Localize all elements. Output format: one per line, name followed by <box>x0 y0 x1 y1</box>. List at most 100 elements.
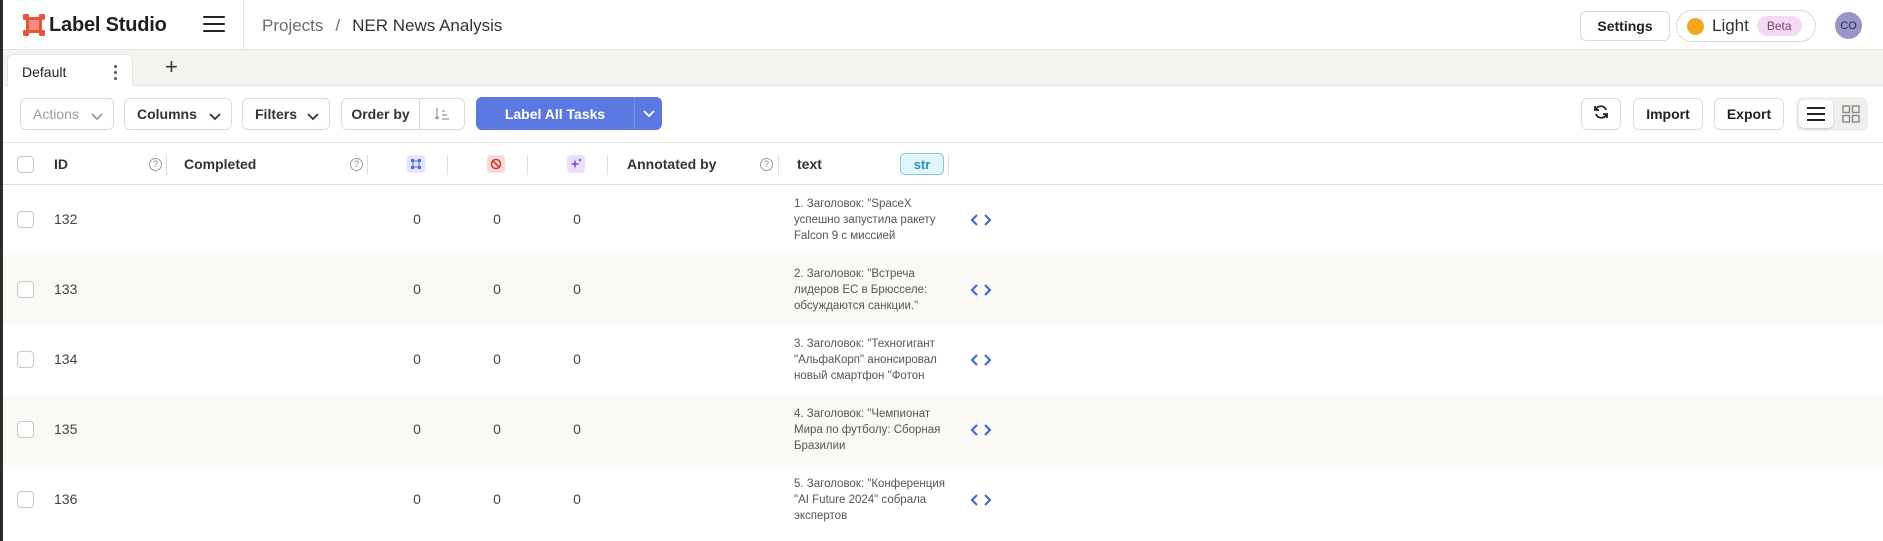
column-header-annotated-by[interactable]: Annotated by <box>627 143 716 185</box>
view-tabs: Default + <box>3 50 1883 87</box>
columns-button[interactable]: Columns <box>124 98 232 130</box>
order-by-button[interactable]: Order by <box>341 98 465 130</box>
sun-icon <box>1687 17 1704 35</box>
text-cell: 1. Заголовок: "SpaceX успешно запустила … <box>794 198 936 242</box>
row-id: 132 <box>54 211 78 227</box>
row-id: 136 <box>54 491 78 507</box>
help-icon[interactable]: ? <box>350 143 363 185</box>
column-divider <box>367 155 368 175</box>
row-checkbox[interactable] <box>17 351 34 368</box>
column-label-completed: Completed <box>184 156 257 172</box>
filters-button[interactable]: Filters <box>242 98 330 130</box>
column-divider <box>447 155 448 175</box>
chevron-down-icon[interactable] <box>635 109 662 119</box>
annotations-icon <box>407 155 425 173</box>
chevron-down-icon <box>91 109 103 125</box>
tab-default[interactable]: Default <box>7 54 133 87</box>
actions-label: Actions <box>33 106 79 122</box>
breadcrumb-project-name[interactable]: NER News Analysis <box>352 16 502 36</box>
column-label-annotated-by: Annotated by <box>627 156 717 172</box>
breadcrumb-projects[interactable]: Projects <box>262 16 323 36</box>
add-tab-icon[interactable]: + <box>165 56 178 78</box>
row-checkbox[interactable] <box>17 491 34 508</box>
predictions-count: 0 <box>573 281 581 297</box>
column-divider <box>607 155 608 175</box>
refresh-icon <box>1593 104 1609 125</box>
column-header-completed[interactable]: Completed <box>184 143 256 185</box>
breadcrumb: Projects / NER News Analysis <box>262 16 502 36</box>
more-options-icon[interactable] <box>114 65 118 83</box>
columns-label: Columns <box>137 106 197 122</box>
refresh-button[interactable] <box>1581 98 1621 130</box>
export-button[interactable]: Export <box>1714 98 1784 130</box>
row-checkbox[interactable] <box>17 211 34 228</box>
list-view-icon[interactable] <box>1799 100 1833 128</box>
column-divider <box>778 155 779 175</box>
text-cell: 2. Заголовок: "Встреча лидеров ЕС в Брюс… <box>794 268 928 312</box>
code-view-icon[interactable] <box>970 353 996 369</box>
column-divider <box>527 155 528 175</box>
row-id: 135 <box>54 421 78 437</box>
app-logo[interactable]: Label Studio <box>23 13 167 37</box>
row-id: 134 <box>54 351 78 367</box>
predictions-count: 0 <box>573 211 581 227</box>
app-window: Label Studio Projects / NER News Analysi… <box>3 0 1883 541</box>
column-header-text[interactable]: text <box>797 143 822 185</box>
code-view-icon[interactable] <box>970 213 996 229</box>
label-all-tasks-button[interactable]: Label All Tasks <box>476 97 662 130</box>
header-divider <box>243 0 244 50</box>
sort-direction-icon[interactable] <box>420 107 464 121</box>
column-header-cancelled[interactable] <box>487 143 505 185</box>
column-divider <box>166 155 167 175</box>
filters-label: Filters <box>255 106 298 122</box>
breadcrumb-separator: / <box>335 16 341 35</box>
sparkle-icon <box>567 155 585 173</box>
column-header-annotations[interactable] <box>407 143 425 185</box>
annotations-count: 0 <box>413 351 421 367</box>
table-row[interactable]: 135 0 0 0 4. Заголовок: "Чемпионат Мира по ф… <box>3 395 1883 465</box>
import-button[interactable]: Import <box>1633 98 1703 130</box>
row-id: 133 <box>54 281 78 297</box>
table-header: ID ? Completed ? Annotated by ? text str <box>3 143 1883 185</box>
user-avatar[interactable]: CO <box>1835 12 1862 39</box>
column-label-id: ID <box>54 156 68 172</box>
cancelled-count: 0 <box>493 491 501 507</box>
predictions-count: 0 <box>573 351 581 367</box>
column-label-text: text <box>797 156 822 172</box>
help-icon[interactable]: ? <box>149 143 162 185</box>
grid-view-icon[interactable] <box>1836 100 1866 128</box>
column-divider <box>948 155 949 175</box>
table-row[interactable]: 136 0 0 0 5. Заголовок: "Конференция "AI Fut… <box>3 465 1883 535</box>
order-by-label: Order by <box>342 99 420 129</box>
annotations-count: 0 <box>413 211 421 227</box>
table-row[interactable]: 133 0 0 0 2. Заголовок: "Встреча лидеров ЕС … <box>3 255 1883 325</box>
tab-label: Default <box>22 64 67 80</box>
code-view-icon[interactable] <box>970 493 996 509</box>
column-header-id[interactable]: ID <box>54 143 68 185</box>
annotations-count: 0 <box>413 491 421 507</box>
top-header: Label Studio Projects / NER News Analysi… <box>3 0 1883 50</box>
settings-button[interactable]: Settings <box>1580 11 1670 41</box>
annotations-count: 0 <box>413 421 421 437</box>
theme-toggle[interactable]: Light Beta <box>1676 10 1816 42</box>
column-header-predictions[interactable] <box>567 143 585 185</box>
view-toggle <box>1796 97 1868 131</box>
table-row[interactable]: 132 0 0 0 1. Заголовок: "SpaceX успешно запу… <box>3 185 1883 255</box>
menu-icon[interactable] <box>203 16 225 34</box>
predictions-count: 0 <box>573 491 581 507</box>
cancelled-count: 0 <box>493 351 501 367</box>
chevron-down-icon <box>209 109 221 125</box>
cancelled-count: 0 <box>493 281 501 297</box>
row-checkbox[interactable] <box>17 421 34 438</box>
app-name: Label Studio <box>49 13 167 36</box>
toolbar: Actions Columns Filters Order by Label A… <box>3 86 1883 143</box>
table-row[interactable]: 134 0 0 0 3. Заголовок: "Техногигант "АльфаК… <box>3 325 1883 395</box>
cancelled-count: 0 <box>493 211 501 227</box>
code-view-icon[interactable] <box>970 283 996 299</box>
select-all-checkbox[interactable] <box>17 155 34 173</box>
actions-button[interactable]: Actions <box>20 98 114 130</box>
type-badge-label: str <box>900 153 944 175</box>
help-icon[interactable]: ? <box>760 143 773 185</box>
code-view-icon[interactable] <box>970 423 996 439</box>
row-checkbox[interactable] <box>17 281 34 298</box>
